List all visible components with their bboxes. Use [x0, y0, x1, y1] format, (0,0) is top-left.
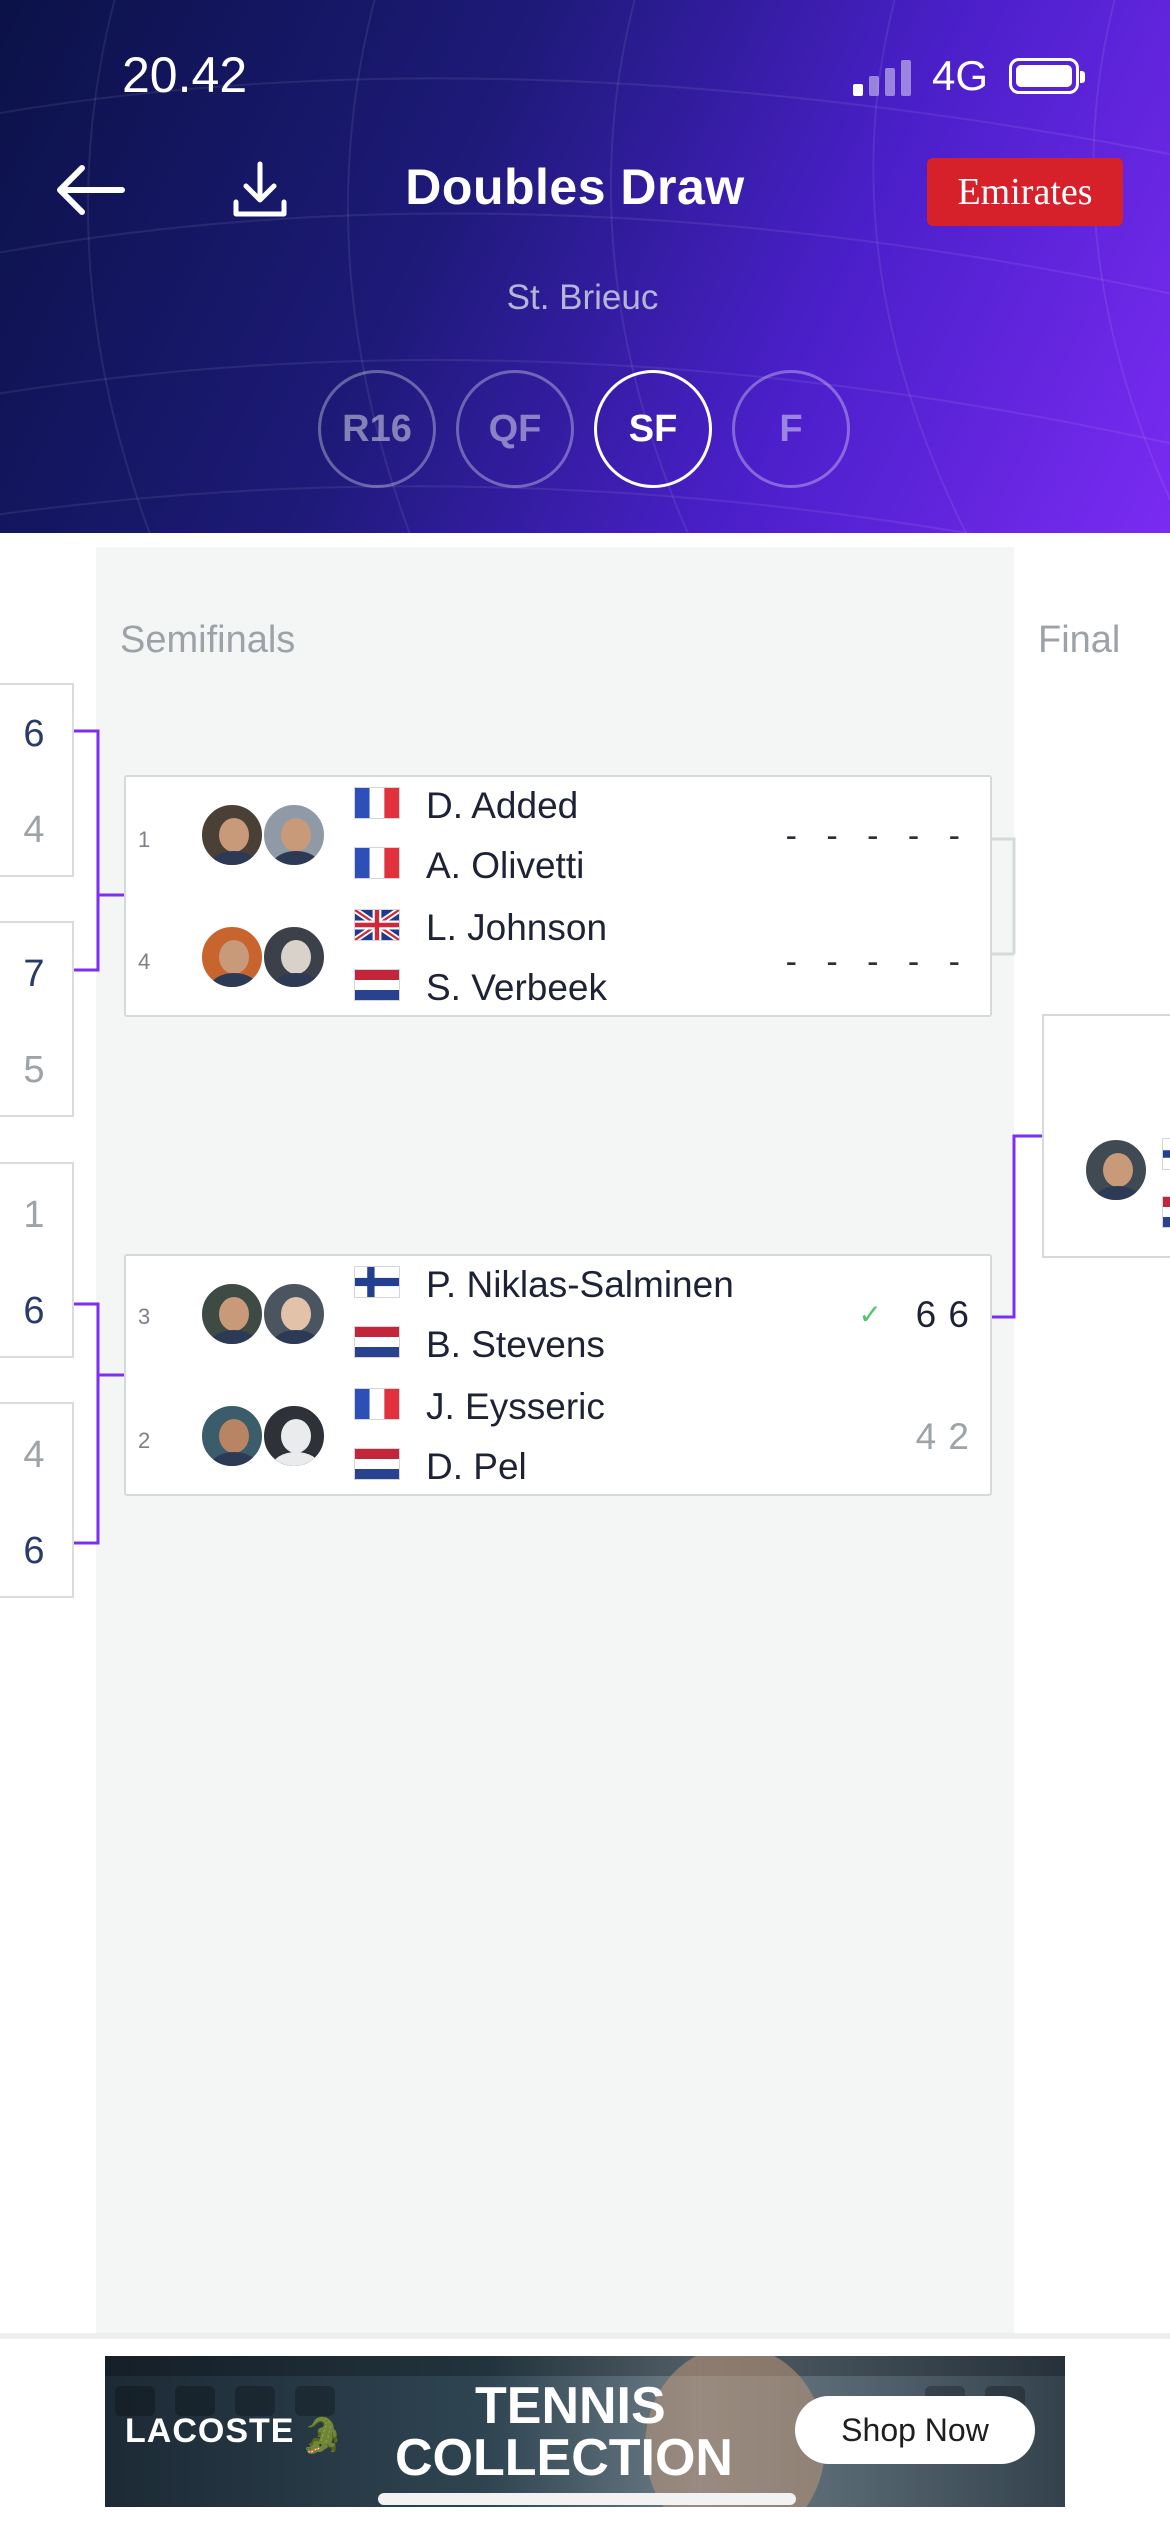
team-row[interactable]: 3 P. Niklas-Salminen B. Stevens ✓ 6 6: [126, 1256, 990, 1376]
flag-france-icon: [354, 787, 400, 819]
ad-headline-line1: TENNIS: [475, 2377, 666, 2435]
player-avatar: [200, 1404, 264, 1468]
seed-number: 1: [138, 827, 151, 852]
team-row[interactable]: 1 D. Added A. Olivetti - - - - -: [126, 777, 990, 897]
match-card-semifinal-1[interactable]: 1 D. Added A. Olivetti - - - - - 4 L. Jo…: [124, 775, 992, 1017]
seed-number: 3: [138, 1304, 151, 1329]
player-avatar: [1084, 1138, 1148, 1202]
player-name[interactable]: S. Verbeek: [426, 967, 607, 1009]
page-title: Doubles Draw: [405, 159, 745, 215]
status-time: 20.42: [122, 47, 248, 103]
flag-france-icon: [354, 1388, 400, 1420]
player-avatar: [200, 925, 264, 989]
seed-number: 4: [138, 949, 151, 974]
tournament-name: St. Brieuc: [506, 278, 659, 317]
player-name[interactable]: D. Added: [426, 785, 578, 827]
winner-check-icon: ✓: [858, 1299, 882, 1330]
download-icon: [233, 161, 287, 217]
home-indicator[interactable]: [378, 2493, 796, 2505]
arrow-left-icon: [57, 165, 125, 215]
signal-icon: [853, 58, 917, 96]
tab-f[interactable]: F: [732, 370, 850, 488]
team-row[interactable]: 2 J. Eysseric D. Pel 4 2: [126, 1376, 990, 1496]
player-name[interactable]: B. Stevens: [426, 1324, 605, 1366]
tab-qf[interactable]: QF: [456, 370, 574, 488]
flag-finland-icon: [354, 1266, 400, 1298]
player-avatar-placeholder: [262, 1404, 326, 1468]
team-row[interactable]: 4 L. Johnson S. Verbeek - - - - -: [126, 897, 990, 1017]
team-score: 6 6: [915, 1294, 970, 1335]
flag-finland-icon: [1162, 1138, 1170, 1170]
match-card-semifinal-2[interactable]: 3 P. Niklas-Salminen B. Stevens ✓ 6 6 2 …: [124, 1254, 992, 1496]
player-avatar: [262, 803, 326, 867]
battery-icon: [1009, 58, 1085, 94]
match-card-final[interactable]: [1042, 1014, 1170, 1258]
ad-banner[interactable]: LACOSTE 🐊 TENNIS COLLECTION Shop Now: [105, 2356, 1065, 2507]
download-button[interactable]: [228, 160, 292, 224]
tab-sf[interactable]: SF: [594, 370, 712, 488]
flag-netherlands-icon: [354, 1326, 400, 1358]
player-avatar: [200, 1282, 264, 1346]
player-avatar: [200, 803, 264, 867]
sponsor-logo[interactable]: Emirates: [927, 158, 1123, 226]
crocodile-logo-icon: 🐊: [301, 2417, 344, 2455]
team-score: 4 2: [915, 1416, 970, 1457]
tab-r16[interactable]: R16: [318, 370, 436, 488]
flag-uk-icon: [354, 909, 400, 941]
player-avatar: [262, 925, 326, 989]
team-score: - - - - -: [785, 943, 970, 981]
flag-netherlands-icon: [354, 969, 400, 1001]
team-score: - - - - -: [785, 817, 970, 855]
flag-netherlands-icon: [1162, 1196, 1170, 1228]
player-name[interactable]: J. Eysseric: [426, 1386, 605, 1428]
ad-headline-line2: COLLECTION: [395, 2429, 733, 2487]
flag-netherlands-icon: [354, 1448, 400, 1480]
player-avatar: [262, 1282, 326, 1346]
bracket-view[interactable]: Semifinals Final 6 4 7 5 1 6 4 6 1 D. Ad…: [0, 533, 1170, 2333]
bracket-connectors: [74, 729, 1042, 1545]
player-name[interactable]: P. Niklas-Salminen: [426, 1264, 734, 1306]
seed-number: 2: [138, 1428, 151, 1453]
player-name[interactable]: A. Olivetti: [426, 845, 584, 887]
flag-france-icon: [354, 847, 400, 879]
back-button[interactable]: [52, 160, 132, 220]
shop-now-button[interactable]: Shop Now: [795, 2396, 1035, 2464]
ad-brand: LACOSTE: [125, 2412, 295, 2450]
player-name[interactable]: D. Pel: [426, 1446, 527, 1488]
player-name[interactable]: L. Johnson: [426, 907, 607, 949]
network-type: 4G: [932, 52, 989, 99]
header: 20.42 4G Doubles Draw Emirates St. Brieu…: [0, 0, 1170, 533]
